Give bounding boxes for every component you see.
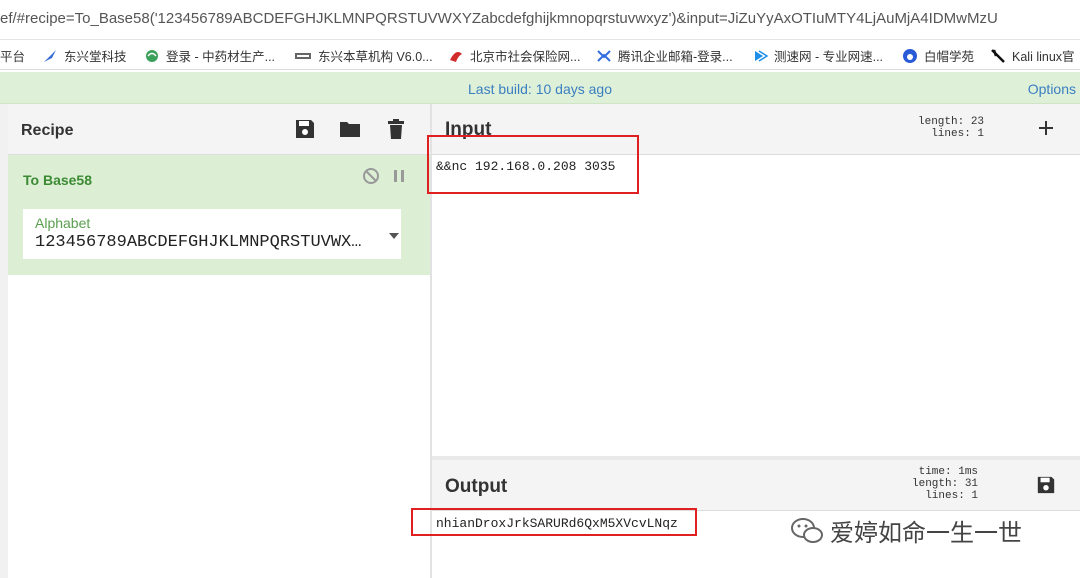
bookmark-item[interactable]: Kali linux官 — [990, 46, 1075, 65]
input-stats: length: 23 lines: 1 — [918, 116, 984, 140]
bookmark-item[interactable]: 北京市社会保险网... — [448, 46, 580, 65]
save-output-icon[interactable] — [1036, 475, 1056, 495]
output-header: Output time: 1ms length: 31 lines: 1 — [432, 460, 1080, 511]
bookmark-item[interactable]: 白帽学苑 — [902, 46, 974, 65]
url-text[interactable]: ef/#recipe=To_Base58('123456789ABCDEFGHJ… — [0, 10, 998, 27]
white-hat-icon — [903, 48, 917, 63]
disable-icon[interactable] — [362, 167, 380, 185]
bookmark-label: 平台 — [0, 50, 26, 64]
chevron-down-icon[interactable] — [389, 233, 399, 239]
alphabet-field[interactable]: Alphabet 123456789ABCDEFGHJKLMNPQRSTUVWX… — [23, 209, 401, 259]
bookmarks-bar: 平台 东兴堂科技 登录 - 中药材生产... 东兴本草机构 V6.0... 北京… — [0, 40, 1080, 70]
input-length-value: 23 — [970, 116, 985, 128]
red-bird-icon — [450, 51, 462, 62]
alphabet-label: Alphabet — [35, 215, 91, 231]
input-lines-value: 1 — [977, 128, 985, 140]
bookmark-label: 东兴本草机构 V6.0... — [318, 50, 433, 64]
output-length-value: 31 — [964, 478, 979, 490]
wechat-icon — [791, 517, 823, 543]
bookmark-item[interactable]: 腾讯企业邮箱-登录... — [596, 46, 733, 65]
build-banner: Last build: 10 days ago Options — [0, 72, 1080, 104]
bookmark-item[interactable]: 平台 — [0, 46, 25, 65]
speed-icon — [755, 49, 768, 62]
watermark-text: 爱婷如命一生一世 — [830, 519, 1022, 547]
options-link[interactable]: Options — [1028, 81, 1076, 97]
bookmark-label: 登录 - 中药材生产... — [166, 50, 276, 64]
recipe-panel: Recipe To Base58 Alphabet 123456789ABCDE… — [8, 104, 432, 578]
bookmark-item[interactable]: 东兴堂科技 — [42, 46, 127, 65]
save-icon[interactable] — [294, 118, 316, 140]
build-message: Last build: 10 days ago — [468, 81, 612, 97]
bookmark-label: 北京市社会保险网... — [470, 50, 581, 64]
bookmark-label: 测速网 - 专业网速... — [774, 50, 884, 64]
output-time-label: time: — [918, 466, 952, 478]
folder-icon[interactable] — [339, 118, 361, 140]
feather-icon — [44, 49, 56, 62]
logo-text-icon — [295, 52, 311, 59]
output-title: Output — [445, 476, 508, 497]
input-highlight-box — [427, 135, 639, 194]
pause-icon[interactable] — [392, 169, 406, 183]
add-icon[interactable] — [1038, 120, 1054, 136]
output-length-label: length: — [912, 478, 959, 490]
bookmark-item[interactable]: 东兴本草机构 V6.0... — [294, 46, 433, 65]
input-length-label: length: — [918, 116, 965, 128]
bookmark-label: Kali linux官 — [1012, 50, 1075, 64]
bookmark-label: 白帽学苑 — [924, 50, 975, 64]
recipe-header: Recipe — [8, 104, 430, 155]
recipe-title: Recipe — [21, 122, 74, 139]
bookmark-item[interactable]: 测速网 - 专业网速... — [752, 46, 883, 65]
output-lines-label: lines: — [925, 490, 965, 502]
bookmark-item[interactable]: 登录 - 中药材生产... — [144, 46, 275, 65]
dragon-icon — [991, 48, 1005, 63]
input-lines-label: lines: — [931, 128, 971, 140]
alphabet-value[interactable]: 123456789ABCDEFGHJKLMNPQRSTUVWXYZabcdefg… — [35, 233, 365, 252]
operation-to-base58[interactable]: To Base58 Alphabet 123456789ABCDEFGHJKLM… — [8, 155, 430, 275]
output-lines-value: 1 — [971, 490, 979, 502]
output-time-value: 1ms — [958, 466, 979, 478]
mail-icon — [597, 49, 611, 62]
operation-title: To Base58 — [23, 172, 92, 188]
output-highlight-box — [411, 508, 697, 536]
trash-icon[interactable] — [385, 118, 407, 140]
output-stats: time: 1ms length: 31 lines: 1 — [912, 466, 978, 502]
address-bar[interactable]: ef/#recipe=To_Base58('123456789ABCDEFGHJ… — [0, 0, 1080, 40]
bookmark-label: 东兴堂科技 — [64, 50, 127, 64]
watermark: 爱婷如命一生一世 — [790, 513, 1022, 548]
bookmark-label: 腾讯企业邮箱-登录... — [618, 50, 733, 64]
leaf-globe-icon — [146, 49, 158, 62]
